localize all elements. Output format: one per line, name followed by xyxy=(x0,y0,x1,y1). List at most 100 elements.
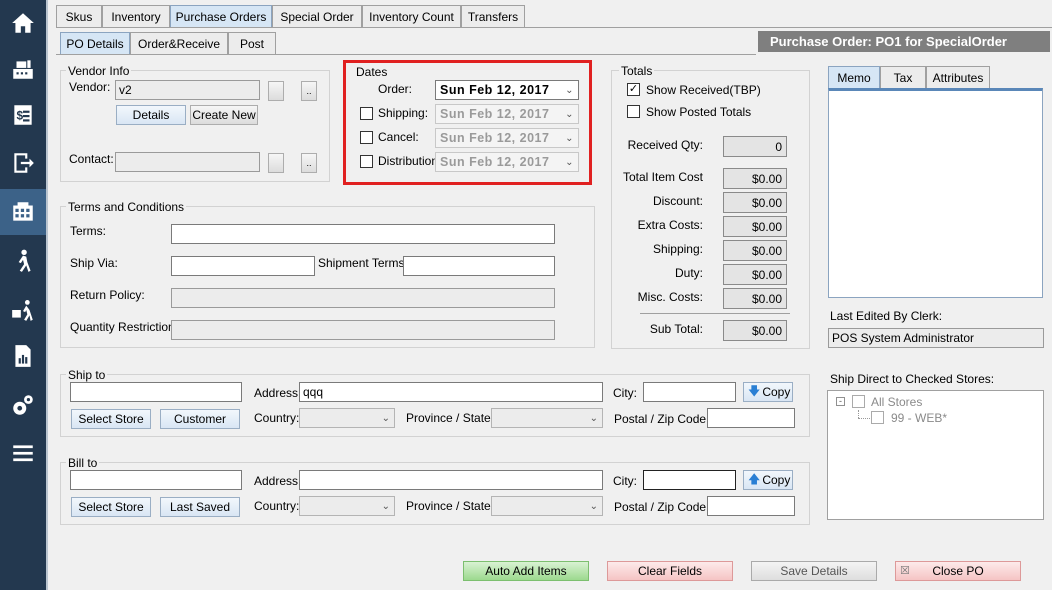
tab-special-order[interactable]: Special Order xyxy=(272,5,362,27)
qty-restriction-label: Quantity Restriction: xyxy=(70,320,179,334)
contact-lookup-button[interactable] xyxy=(268,153,284,173)
show-posted-label: Show Posted Totals xyxy=(646,105,752,119)
tab-divider xyxy=(56,27,1052,28)
discount-label: Discount: xyxy=(652,194,703,208)
close-po-button[interactable]: ☒ Close PO xyxy=(895,561,1021,581)
ship-to-city-input[interactable] xyxy=(643,382,736,402)
bill-to-country-select[interactable]: ⌄ xyxy=(299,496,395,516)
vendor-info-title: Vendor Info xyxy=(66,64,132,78)
nav-rail-edge xyxy=(46,0,48,590)
ship-via-input[interactable] xyxy=(171,256,315,276)
distribution-date-checkbox[interactable] xyxy=(360,155,373,168)
bill-to-name-input[interactable] xyxy=(70,470,242,490)
shipment-terms-input[interactable] xyxy=(403,256,555,276)
store-99-checkbox[interactable] xyxy=(871,411,884,424)
discount-value: $0.00 xyxy=(723,192,787,213)
reports-icon[interactable] xyxy=(0,333,46,379)
memo-textarea[interactable] xyxy=(828,88,1043,298)
inventory-icon[interactable] xyxy=(0,189,46,235)
ship-to-address-input[interactable]: qqq xyxy=(299,382,603,402)
bill-to-title: Bill to xyxy=(66,456,100,470)
settings-icon[interactable] xyxy=(0,382,46,428)
qty-restriction-field[interactable] xyxy=(171,320,555,340)
bill-to-address-input[interactable] xyxy=(299,470,603,490)
shipment-terms-label: Shipment Terms: xyxy=(318,256,408,270)
tab-purchase-orders[interactable]: Purchase Orders xyxy=(170,5,272,27)
bill-to-postal-input[interactable] xyxy=(707,496,795,516)
tab-post[interactable]: Post xyxy=(228,32,276,54)
logout-icon[interactable] xyxy=(0,140,46,186)
show-posted-checkbox[interactable] xyxy=(627,105,640,118)
tab-memo[interactable]: Memo xyxy=(828,66,880,88)
bill-to-select-store-button[interactable]: Select Store xyxy=(71,497,151,517)
ship-to-country-select[interactable]: ⌄ xyxy=(299,408,395,428)
tab-skus[interactable]: Skus xyxy=(56,5,102,27)
terms-input[interactable] xyxy=(171,224,555,244)
tree-connector xyxy=(858,418,870,419)
cash-register-icon[interactable] xyxy=(0,46,46,92)
extra-costs-value: $0.00 xyxy=(723,216,787,237)
tab-inventory-count[interactable]: Inventory Count xyxy=(362,5,461,27)
ship-to-select-store-button[interactable]: Select Store xyxy=(71,409,151,429)
tab-order-receive[interactable]: Order&Receive xyxy=(130,32,228,54)
return-policy-field[interactable] xyxy=(171,288,555,308)
auto-add-items-button[interactable]: Auto Add Items xyxy=(463,561,589,581)
home-icon[interactable] xyxy=(0,0,46,46)
tab-tax[interactable]: Tax xyxy=(880,66,926,88)
vendor-create-new-button[interactable]: Create New xyxy=(190,105,258,125)
contact-field[interactable] xyxy=(115,152,260,172)
bill-to-city-input[interactable] xyxy=(643,470,736,490)
tab-inventory[interactable]: Inventory xyxy=(102,5,170,27)
vendor-browse-button[interactable]: .. xyxy=(301,81,317,101)
clear-fields-button[interactable]: Clear Fields xyxy=(607,561,733,581)
vendor-field[interactable]: v2 xyxy=(115,80,260,100)
distribution-date-value: Sun Feb 12, 2017 xyxy=(440,155,550,169)
tab-attributes[interactable]: Attributes xyxy=(926,66,990,88)
cancel-date-picker[interactable]: Sun Feb 12, 2017 ⌄ xyxy=(435,128,579,148)
order-date-picker[interactable]: Sun Feb 12, 2017 ⌄ xyxy=(435,80,579,100)
order-date-label: Order: xyxy=(378,82,413,96)
ship-to-customer-button[interactable]: Customer xyxy=(160,409,240,429)
tree-collapse-icon[interactable]: - xyxy=(836,397,845,406)
chevron-down-icon: ⌄ xyxy=(381,412,390,424)
ship-to-title: Ship to xyxy=(66,368,108,382)
ship-to-province-select[interactable]: ⌄ xyxy=(491,408,603,428)
shipping-cost-label: Shipping: xyxy=(652,242,703,256)
all-stores-checkbox[interactable] xyxy=(852,395,865,408)
save-details-button[interactable]: Save Details xyxy=(751,561,877,581)
contact-label: Contact: xyxy=(69,152,114,166)
ship-to-copy-button[interactable]: 🡇 Copy xyxy=(743,382,793,402)
bill-to-country-label: Country: xyxy=(254,499,300,513)
received-qty-label: Received Qty: xyxy=(627,138,703,152)
bill-to-copy-button[interactable]: 🡅 Copy xyxy=(743,470,793,490)
order-date-value: Sun Feb 12, 2017 xyxy=(440,83,550,97)
cancel-date-checkbox[interactable] xyxy=(360,131,373,144)
vendor-lookup-button[interactable] xyxy=(268,81,284,101)
store-99-label: 99 - WEB* xyxy=(891,411,948,425)
receipt-icon[interactable]: $ xyxy=(0,92,46,138)
misc-costs-label: Misc. Costs: xyxy=(637,290,703,304)
delivery-icon[interactable] xyxy=(0,287,46,333)
vendor-details-button[interactable]: Details xyxy=(116,105,186,125)
chevron-down-icon: ⌄ xyxy=(565,84,574,96)
show-received-checkbox[interactable]: ✓ xyxy=(627,83,640,96)
all-stores-label: All Stores xyxy=(871,395,923,409)
tab-transfers[interactable]: Transfers xyxy=(461,5,525,27)
distribution-date-picker[interactable]: Sun Feb 12, 2017 ⌄ xyxy=(435,152,579,172)
menu-icon[interactable] xyxy=(0,430,46,476)
tab-po-details[interactable]: PO Details xyxy=(60,32,130,54)
customers-icon[interactable] xyxy=(0,238,46,284)
misc-costs-value: $0.00 xyxy=(723,288,787,309)
contact-browse-button[interactable]: .. xyxy=(301,153,317,173)
received-qty-value: 0 xyxy=(723,136,787,157)
bill-to-province-select[interactable]: ⌄ xyxy=(491,496,603,516)
duty-value: $0.00 xyxy=(723,264,787,285)
shipping-date-checkbox[interactable] xyxy=(360,107,373,120)
vendor-label: Vendor: xyxy=(69,80,111,94)
bill-to-last-saved-button[interactable]: Last Saved xyxy=(160,497,240,517)
shipping-date-picker[interactable]: Sun Feb 12, 2017 ⌄ xyxy=(435,104,579,124)
bill-to-copy-label: Copy xyxy=(762,473,791,487)
ship-to-postal-input[interactable] xyxy=(707,408,795,428)
show-received-label: Show Received(TBP) xyxy=(646,83,761,97)
ship-to-name-input[interactable] xyxy=(70,382,242,402)
